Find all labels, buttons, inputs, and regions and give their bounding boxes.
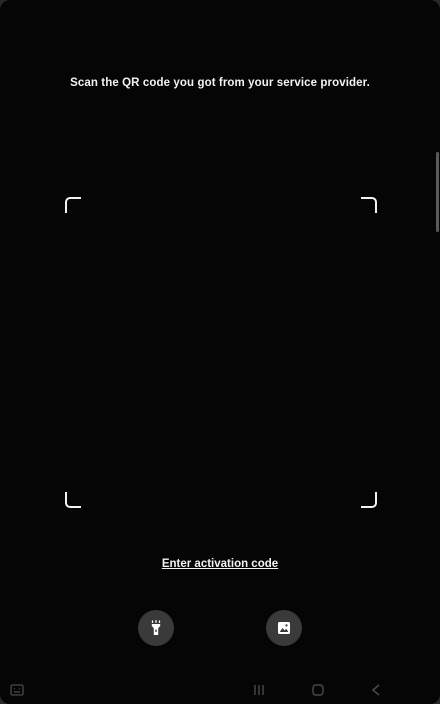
- recents-icon[interactable]: [253, 683, 265, 697]
- scrollbar[interactable]: [436, 152, 439, 232]
- keyboard-icon[interactable]: [10, 683, 24, 697]
- gallery-button[interactable]: [266, 610, 302, 646]
- gallery-icon: [277, 621, 291, 635]
- frame-corner-bottom-right: [361, 492, 377, 508]
- frame-corner-top-left: [65, 197, 81, 213]
- back-icon[interactable]: [370, 683, 382, 697]
- enter-activation-code-link[interactable]: Enter activation code: [0, 558, 440, 570]
- flashlight-button[interactable]: [138, 610, 174, 646]
- flashlight-icon: [149, 620, 163, 636]
- scan-instruction: Scan the QR code you got from your servi…: [70, 77, 370, 89]
- system-navigation-bar: [0, 676, 440, 704]
- frame-corner-bottom-left: [65, 492, 81, 508]
- qr-scanner-screen: Scan the QR code you got from your servi…: [0, 0, 440, 704]
- frame-corner-top-right: [361, 197, 377, 213]
- home-icon[interactable]: [311, 683, 325, 697]
